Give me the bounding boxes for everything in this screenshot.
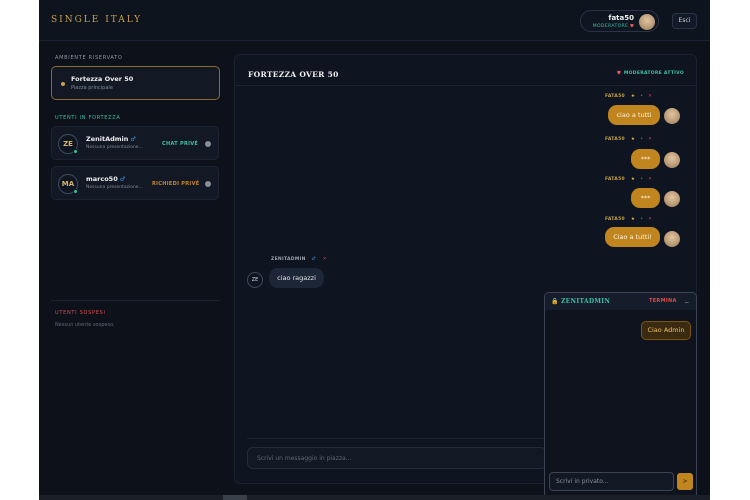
message-header: FATA50 ★ • ✕ bbox=[605, 94, 653, 99]
dot-icon: • bbox=[640, 217, 644, 222]
star-icon[interactable]: ★ bbox=[631, 177, 635, 182]
male-icon: ♂ bbox=[119, 176, 126, 183]
suspended-section-title: UTENTI SOSPESI bbox=[55, 310, 106, 316]
message-header: FATA50 ★ • ✕ bbox=[605, 177, 653, 182]
user-chip[interactable]: fata50 MODERATORE ⛊ bbox=[580, 10, 659, 32]
star-icon[interactable]: ★ bbox=[631, 217, 635, 222]
logout-button[interactable]: Esci bbox=[672, 13, 697, 29]
message-bubble: *** bbox=[631, 188, 660, 208]
user-card-desc: Nessuna presentazione... bbox=[86, 185, 143, 190]
close-icon[interactable]: ✕ bbox=[648, 177, 652, 182]
private-chat-window: 🔒 ZENITADMIN TERMINA _ Ciao Admin Scrivi… bbox=[544, 292, 697, 500]
private-chat-input[interactable]: Scrivi in privato... bbox=[549, 472, 674, 491]
user-name: fata50 bbox=[608, 14, 634, 22]
minimize-button[interactable]: _ bbox=[685, 295, 689, 303]
shield-icon: ⛊ bbox=[617, 71, 621, 76]
end-chat-button[interactable]: TERMINA bbox=[649, 298, 677, 304]
avatar bbox=[664, 152, 680, 168]
room-card[interactable]: Fortezza Over 50 Piazza principale bbox=[51, 66, 220, 100]
user-role: MODERATORE ⛊ bbox=[592, 24, 634, 29]
user-avatar bbox=[639, 14, 655, 30]
message-header: FATA50 ★ • ✕ bbox=[605, 217, 653, 222]
user-card-marco50[interactable]: MA marco50 ♂ Nessuna presentazione... RIC… bbox=[51, 166, 219, 200]
suspended-empty-text: Nessun utente sospeso. bbox=[55, 322, 115, 328]
avatar bbox=[664, 231, 680, 247]
avatar: ZE bbox=[247, 272, 263, 288]
male-icon: ♂ bbox=[130, 136, 136, 143]
users-section-title: UTENTI IN FORTEZZA bbox=[55, 115, 121, 121]
room-section-title: AMBIENTE RISERVATO bbox=[55, 55, 123, 61]
moderate-icon[interactable] bbox=[205, 181, 211, 187]
online-indicator bbox=[73, 189, 78, 194]
avatar bbox=[664, 191, 680, 207]
page-title: FORTEZZA OVER 50 bbox=[248, 70, 339, 79]
chat-prive-button[interactable]: CHAT PRIVÉ bbox=[162, 141, 198, 147]
star-icon[interactable]: ★ bbox=[631, 137, 635, 142]
request-prive-button[interactable]: RICHIEDI PRIVÉ bbox=[152, 181, 199, 187]
send-button[interactable]: > bbox=[677, 473, 693, 490]
brand-logo[interactable]: SINGLE ITALY bbox=[51, 15, 142, 25]
title-divider bbox=[235, 85, 696, 86]
message-header: FATA50 ★ • ✕ bbox=[605, 137, 653, 142]
close-icon[interactable]: ✕ bbox=[323, 257, 327, 262]
user-card-name: marco50 ♂ bbox=[86, 175, 126, 183]
dot-icon: • bbox=[640, 94, 644, 99]
message-bubble: ciao a tutti bbox=[608, 105, 660, 125]
male-icon: ♂ bbox=[311, 257, 316, 262]
room-name: Fortezza Over 50 bbox=[71, 75, 134, 83]
user-card-zenitadmin[interactable]: ZE ZenitAdmin ♂ Nessuna presentazione... … bbox=[51, 126, 219, 160]
top-bar: SINGLE ITALY fata50 MODERATORE ⛊ Esci bbox=[39, 0, 710, 41]
status-badge: ⛊ MODERATORE ATTIVO bbox=[617, 71, 684, 76]
shield-icon: ⛊ bbox=[630, 24, 634, 29]
close-icon[interactable]: ✕ bbox=[648, 137, 652, 142]
dot-icon: • bbox=[640, 137, 644, 142]
scrollbar-thumb[interactable] bbox=[223, 495, 247, 500]
lock-icon: 🔒 bbox=[551, 298, 559, 305]
close-icon[interactable]: ✕ bbox=[648, 94, 652, 99]
sidebar bbox=[39, 41, 230, 500]
input-divider bbox=[247, 438, 547, 439]
close-icon[interactable]: ✕ bbox=[648, 217, 652, 222]
message-header: ZENITADMIN ♂ ✕ bbox=[271, 257, 327, 262]
room-subtitle: Piazza principale bbox=[71, 85, 113, 91]
online-indicator bbox=[73, 149, 78, 154]
user-card-name: ZenitAdmin ♂ bbox=[86, 135, 136, 143]
message-bubble: Ciao Admin bbox=[641, 321, 691, 340]
message-bubble: *** bbox=[631, 149, 660, 169]
avatar bbox=[664, 108, 680, 124]
chat-input[interactable]: Scrivi un messaggio in piazza... bbox=[247, 447, 547, 469]
room-dot-icon bbox=[61, 82, 65, 86]
message-bubble: ciao ragazzi bbox=[269, 268, 324, 288]
scrollbar[interactable] bbox=[39, 495, 710, 500]
app-window: SINGLE ITALY fata50 MODERATORE ⛊ Esci AM… bbox=[39, 0, 710, 500]
sidebar-divider bbox=[51, 300, 220, 301]
private-chat-name: ZENITADMIN bbox=[561, 298, 611, 305]
dot-icon: • bbox=[640, 177, 644, 182]
user-card-desc: Nessuna presentazione... bbox=[86, 145, 143, 150]
star-icon[interactable]: ★ bbox=[631, 94, 635, 99]
moderate-icon[interactable] bbox=[205, 141, 211, 147]
private-chat-header: 🔒 ZENITADMIN TERMINA _ bbox=[545, 293, 696, 310]
message-bubble: Ciao a tutti! bbox=[605, 227, 660, 247]
